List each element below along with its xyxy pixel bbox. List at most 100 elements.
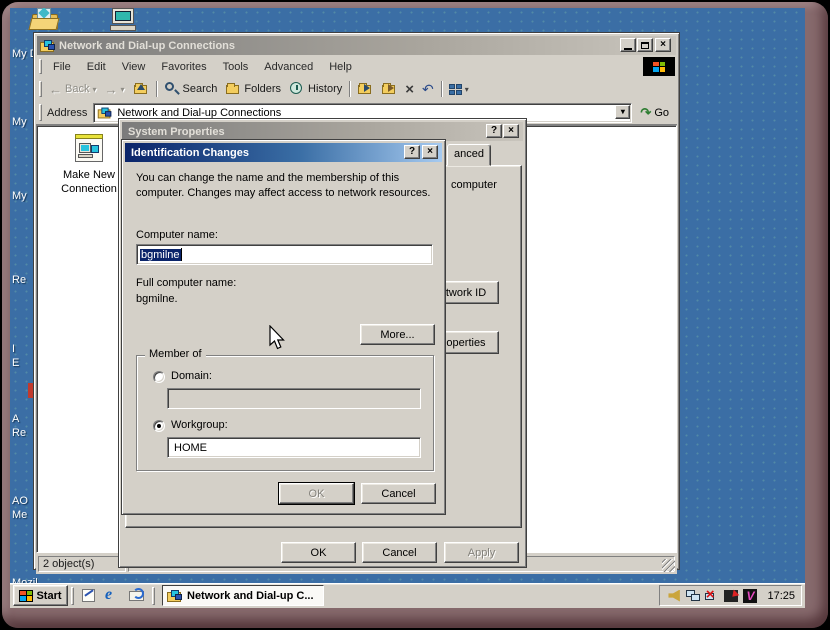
menu-file[interactable]: File: [45, 59, 79, 75]
my-computer-icon[interactable]: [108, 8, 138, 32]
identification-ok-button[interactable]: OK: [279, 483, 354, 504]
addressbar-grip[interactable]: [39, 104, 42, 120]
copy-to-button[interactable]: [353, 78, 377, 100]
go-button[interactable]: ↷ Go: [638, 105, 677, 121]
computer-name-label: Computer name:: [136, 229, 218, 241]
go-arrow-icon: ↷: [640, 105, 651, 121]
workgroup-input[interactable]: [167, 437, 421, 458]
network-id-label: twork ID: [446, 287, 486, 299]
taskbar-clock[interactable]: 17:25: [767, 590, 795, 602]
close-button[interactable]: ×: [655, 38, 671, 52]
close-button[interactable]: ×: [503, 124, 519, 138]
network-computers-icon[interactable]: [685, 588, 702, 604]
menu-tools[interactable]: Tools: [215, 59, 257, 75]
up-button[interactable]: [129, 78, 153, 100]
system-properties-ok-button[interactable]: OK: [281, 542, 356, 563]
system-tray: × V 17:25: [659, 585, 802, 606]
explorer-title: Network and Dial-up Connections: [56, 40, 235, 52]
address-dropdown-button[interactable]: ▾: [615, 105, 630, 119]
menubar-grip[interactable]: [39, 59, 42, 74]
task-button-network-connections[interactable]: Network and Dial-up C...: [162, 585, 324, 606]
volume-icon[interactable]: [666, 588, 683, 604]
cancel-label: Cancel: [381, 488, 415, 500]
search-button[interactable]: Search: [160, 78, 222, 100]
forward-dropdown-icon: ▾: [120, 85, 124, 94]
domain-radio[interactable]: [153, 371, 165, 383]
ok-label: OK: [309, 488, 325, 500]
computer-name-input[interactable]: bgmilne: [136, 244, 433, 265]
views-button[interactable]: ▾: [445, 78, 473, 100]
address-folder-icon: [98, 106, 112, 119]
identification-cancel-button[interactable]: Cancel: [361, 483, 436, 504]
undo-button[interactable]: ↶: [418, 78, 438, 100]
more-button[interactable]: More...: [360, 324, 435, 345]
menu-advanced[interactable]: Advanced: [256, 59, 321, 75]
antivirus-icon[interactable]: V: [742, 588, 759, 604]
move-to-button[interactable]: [377, 78, 401, 100]
back-dropdown-icon: ▾: [92, 85, 96, 94]
cancel-label: Cancel: [382, 547, 416, 559]
system-properties-apply-button[interactable]: Apply: [444, 542, 519, 563]
member-of-groupbox: Member of Domain: Workgroup:: [136, 355, 434, 471]
menu-help[interactable]: Help: [321, 59, 360, 75]
member-of-legend: Member of: [145, 348, 206, 360]
menu-edit[interactable]: Edit: [79, 59, 114, 75]
explorer-toolbar: ← Back ▾ → ▾ Search Folder: [36, 77, 677, 101]
taskbar-divider: [71, 587, 74, 605]
delete-icon: ×: [405, 81, 414, 98]
task-button-label: Network and Dial-up C...: [187, 590, 314, 602]
windows-logo-throbber: [643, 57, 675, 76]
system-properties-cancel-button[interactable]: Cancel: [362, 542, 437, 563]
menu-view[interactable]: View: [114, 59, 154, 75]
text-caret: [181, 248, 182, 261]
folders-icon: [225, 81, 241, 97]
workgroup-radio[interactable]: [153, 420, 165, 432]
start-button[interactable]: Start: [13, 585, 68, 606]
help-button[interactable]: ?: [404, 145, 420, 159]
workgroup-input-field[interactable]: [171, 438, 420, 457]
maximize-glyph: [641, 42, 649, 49]
folder-front-shape: [29, 18, 60, 30]
up-folder-icon: [133, 81, 149, 97]
domain-label[interactable]: Domain:: [171, 370, 212, 382]
copy-to-icon: [357, 81, 373, 97]
toolbar-separator: [349, 81, 350, 98]
close-button[interactable]: ×: [422, 145, 438, 159]
folders-button[interactable]: Folders: [221, 78, 285, 100]
domain-input[interactable]: [167, 388, 421, 409]
address-label: Address: [45, 107, 93, 119]
screen: My D My My Re I E A Re AO Me Mozilla Net…: [0, 0, 830, 630]
my-documents-icon[interactable]: [30, 8, 60, 32]
internet-explorer-icon[interactable]: e: [103, 586, 123, 606]
toolbar-separator: [156, 81, 157, 98]
delete-button[interactable]: ×: [401, 78, 418, 100]
back-button[interactable]: ← Back ▾: [45, 78, 100, 100]
undo-icon: ↶: [422, 81, 434, 98]
toolbar-grip[interactable]: [39, 81, 42, 98]
forward-arrow-icon: →: [104, 82, 117, 97]
explorer-titlebar[interactable]: Network and Dial-up Connections ×: [37, 36, 676, 55]
address-value: Network and Dial-up Connections: [117, 107, 281, 119]
minimize-glyph: [624, 48, 632, 50]
show-desktop-icon[interactable]: [79, 586, 99, 606]
forward-button[interactable]: → ▾: [100, 78, 128, 100]
workgroup-label[interactable]: Workgroup:: [171, 419, 228, 431]
search-label: Search: [183, 83, 218, 95]
maximize-button[interactable]: [637, 38, 653, 52]
views-dropdown-icon: ▾: [465, 85, 469, 94]
status-text: 2 object(s): [38, 556, 126, 572]
scanner-utility-icon[interactable]: [723, 588, 740, 604]
history-button[interactable]: History: [285, 78, 346, 100]
back-arrow-icon: ←: [49, 82, 62, 97]
menu-favorites[interactable]: Favorites: [153, 59, 214, 75]
views-icon: [449, 84, 462, 95]
domain-input-field[interactable]: [171, 389, 420, 408]
minimize-button[interactable]: [620, 38, 636, 52]
tab-advanced-partial[interactable]: anced: [447, 144, 491, 166]
outlook-express-icon[interactable]: [127, 586, 147, 606]
network-disconnected-icon[interactable]: ×: [704, 588, 721, 604]
help-button[interactable]: ?: [486, 124, 502, 138]
identification-titlebar[interactable]: Identification Changes ? ×: [125, 143, 442, 162]
full-computer-name-value: bgmilne.: [136, 293, 178, 305]
resize-grip[interactable]: [662, 559, 675, 572]
